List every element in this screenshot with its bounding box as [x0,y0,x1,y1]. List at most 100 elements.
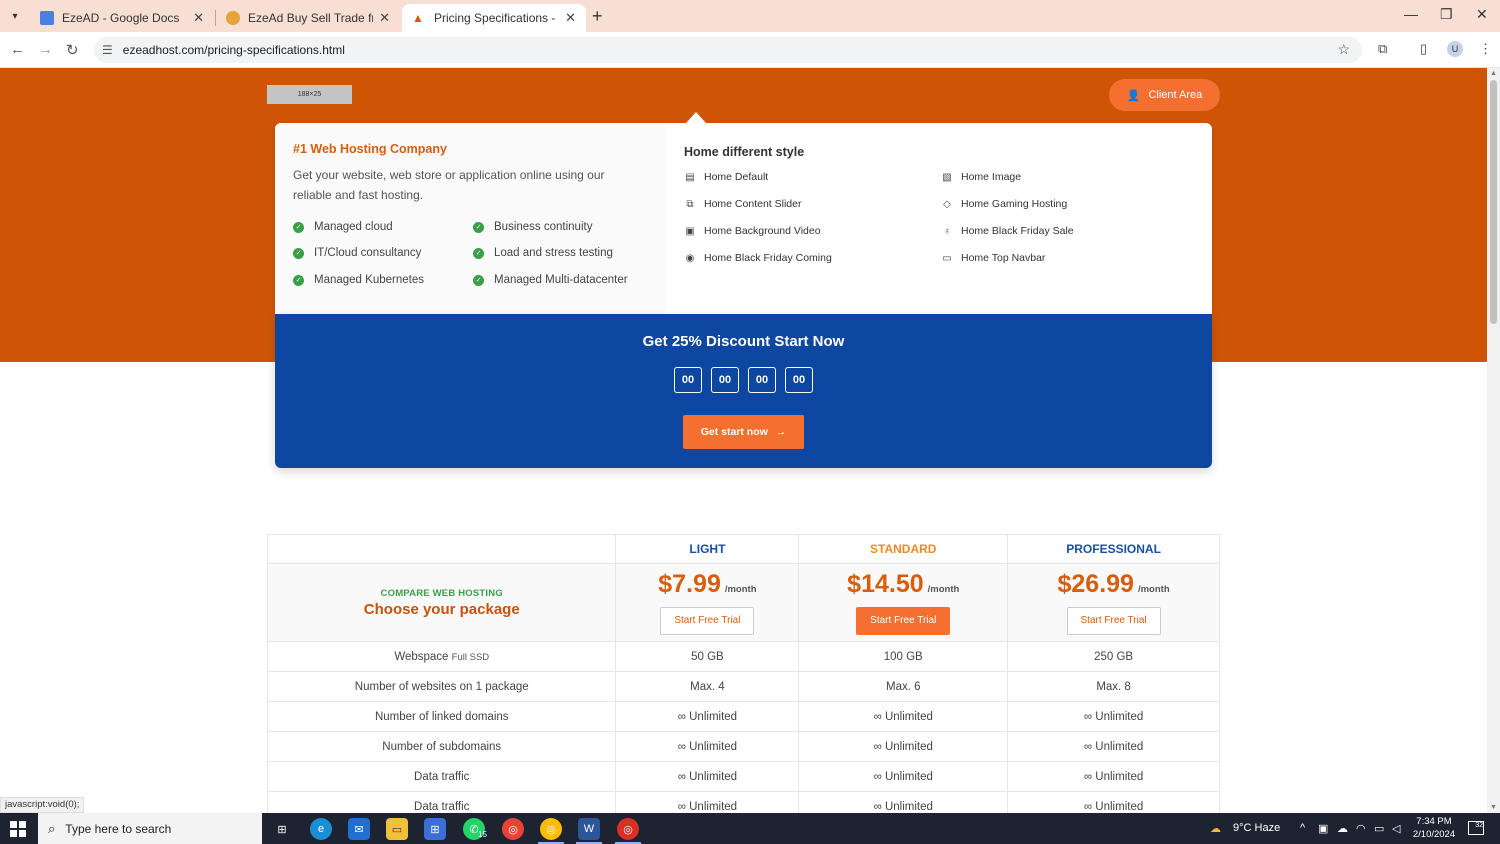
task-view-icon[interactable]: ⊞ [271,818,293,840]
chrome-icon[interactable]: ◎ [502,818,524,840]
onedrive-icon[interactable]: ☁ [1337,822,1348,835]
weather-icon[interactable]: ☁ [1210,822,1221,835]
arrow-right-icon: → [775,426,787,438]
new-tab-button[interactable]: + [592,6,603,27]
layout-icon: ▤ [685,171,695,183]
close-tab-icon[interactable]: ✕ [379,10,390,26]
taskbar-search-placeholder: Type here to search [65,821,172,836]
google-docs-icon [40,11,54,25]
site-logo-placeholder[interactable]: 188×25 [267,85,352,104]
menu-link-home-top-navbar[interactable]: ▭ Home Top Navbar [941,252,1045,264]
browser-menu-icon[interactable]: ⋮ [1479,41,1492,57]
tab-ezead-buy-sell[interactable]: EzeAd Buy Sell Trade from Auct ✕ [216,4,400,32]
close-tab-icon[interactable]: ✕ [193,10,204,26]
dropdown-caret [686,112,706,123]
address-bar[interactable]: ☰ ezeadhost.com/pricing-specifications.h… [94,37,1362,63]
scroll-up-icon[interactable]: ▲ [1490,70,1497,77]
tab-pricing-specifications[interactable]: ▲ Pricing Specifications - Modern ✕ [402,4,586,32]
side-panel-icon[interactable]: ▯ [1420,41,1427,57]
check-icon: ✓ [293,221,304,233]
tray-chevron-icon[interactable]: ^ [1300,822,1305,834]
menu-link-home-black-friday-coming[interactable]: ◉ Home Black Friday Coming [684,252,832,264]
feature-label-cell: Number of linked domains [266,701,617,732]
wifi-icon[interactable]: ◠ [1356,822,1366,835]
tab-title: Pricing Specifications - Modern [434,11,559,25]
value-cell: ∞ Unlimited [798,761,1009,792]
value-cell: 100 GB [798,641,1009,672]
table-row: Number of websites on 1 package Max. 4 M… [266,671,1220,702]
forward-icon[interactable]: → [38,41,53,58]
page-scrollbar[interactable]: ▲ ▼ [1487,68,1500,813]
profile-avatar[interactable]: U [1447,41,1463,57]
restore-icon[interactable]: ❐ [1440,6,1453,23]
value-cell: Max. 4 [615,671,800,702]
windows-start-icon[interactable] [10,821,26,837]
minimize-icon[interactable]: — [1404,6,1418,22]
feature-label-cell: Data traffic [266,791,617,813]
mega-menu-intro-title: #1 Web Hosting Company [293,142,447,156]
meet-icon[interactable]: ▣ [1318,822,1328,835]
value-cell: ∞ Unlimited [798,701,1009,732]
mail-icon[interactable]: ✉ [348,818,370,840]
pricing-comparison-table: LIGHT STANDARD PROFESSIONAL COMPARE WEB … [266,534,1220,813]
slider-icon: ⧉ [686,198,694,210]
close-tab-icon[interactable]: ✕ [565,10,576,26]
video-file-icon: ▣ [685,225,695,237]
feature-label-cell: Data traffic [266,761,617,792]
scroll-down-icon[interactable]: ▼ [1490,804,1497,811]
start-free-trial-standard-button[interactable]: Start Free Trial [856,607,951,635]
notification-center-icon[interactable]: 32 [1468,821,1484,835]
tab-title: EzeAd Buy Sell Trade from Auct [248,11,373,25]
start-free-trial-professional-button[interactable]: Start Free Trial [1066,607,1161,635]
feature-label-cell: Number of subdomains [266,731,617,762]
feature-item: ✓ Load and stress testing [473,247,613,259]
windows-taskbar: ⌕ Type here to search ⊞ e ✉ ▭ ⊞ ✆ 15 ◎ ◎… [0,813,1500,844]
feature-item: ✓ Managed Kubernetes [293,274,424,286]
feature-item: ✓ Managed cloud [293,221,393,233]
menu-link-home-image[interactable]: ▧ Home Image [941,171,1021,183]
plan-name-professional: PROFESSIONAL [1007,534,1220,564]
start-free-trial-light-button[interactable]: Start Free Trial [660,607,755,635]
site-info-icon[interactable]: ☰ [102,43,113,57]
get-start-now-button[interactable]: Get start now → [683,415,804,449]
client-area-button[interactable]: 👤 Client Area [1109,79,1220,111]
plan-header-row: LIGHT STANDARD PROFESSIONAL [266,534,1220,564]
battery-icon[interactable]: ▭ [1374,822,1384,835]
volume-icon[interactable]: ◁ [1392,822,1400,835]
taskbar-clock[interactable]: 7:34 PM 2/10/2024 [1412,815,1456,841]
reload-icon[interactable]: ↻ [66,41,79,59]
menu-link-home-background-video[interactable]: ▣ Home Background Video [684,225,820,237]
value-cell: ∞ Unlimited [1007,761,1220,792]
taskbar-search-box[interactable]: ⌕ Type here to search [38,813,262,844]
choose-package-label: Choose your package [363,600,520,618]
tab-google-docs[interactable]: EzeAD - Google Docs ✕ [30,4,214,32]
edge-browser-icon[interactable]: e [310,818,332,840]
site-logo-icon: ▲ [412,11,424,25]
menu-link-home-black-friday-sale[interactable]: ♁ Home Black Friday Sale [941,225,1073,237]
whatsapp-badge: 15 [478,830,487,839]
scrollbar-thumb[interactable] [1490,80,1497,324]
menu-link-home-default[interactable]: ▤ Home Default [684,171,768,183]
back-icon[interactable]: ← [10,41,25,58]
bookmark-star-icon[interactable]: ☆ [1337,41,1350,58]
menu-link-home-content-slider[interactable]: ⧉ Home Content Slider [684,198,801,210]
tab-search-chevron-icon[interactable]: ▾ [6,8,24,24]
discount-promo-banner: Get 25% Discount Start Now 00 00 00 00 G… [275,314,1212,468]
home-mega-menu: #1 Web Hosting Company Get your website,… [275,123,1212,314]
promo-title: Get 25% Discount Start Now [642,333,845,350]
weather-text[interactable]: 9°C Haze [1233,822,1280,834]
value-cell: ∞ Unlimited [798,791,1009,813]
navbar-icon: ▭ [942,252,952,264]
file-explorer-icon[interactable]: ▭ [386,818,408,840]
close-window-icon[interactable]: ✕ [1476,6,1488,23]
microsoft-store-icon[interactable]: ⊞ [424,818,446,840]
countdown-hours: 00 [711,367,739,393]
chrome-active-icon[interactable]: ◎ [617,818,639,840]
word-icon[interactable]: W [578,818,600,840]
plan-name-light: LIGHT [615,534,800,564]
value-cell: ∞ Unlimited [798,731,1009,762]
menu-link-home-gaming-hosting[interactable]: ◇ Home Gaming Hosting [941,198,1067,210]
chrome-profile-icon[interactable]: ◎ [540,818,562,840]
menu-link-label: Home Image [961,171,1022,183]
extensions-icon[interactable]: ⧉ [1378,41,1387,57]
